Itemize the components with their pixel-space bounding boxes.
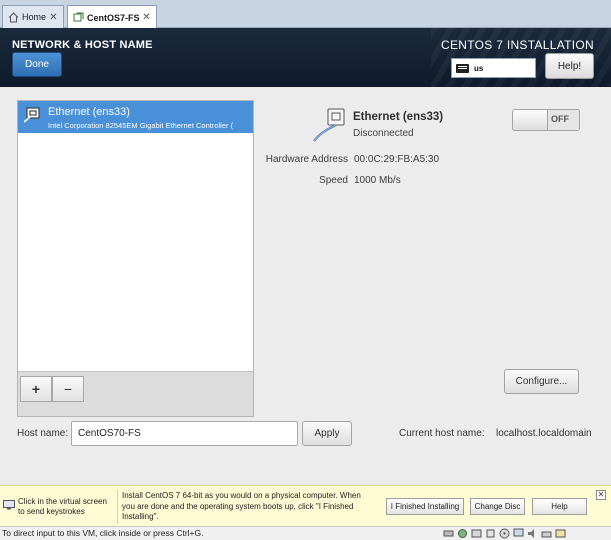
installation-title: CENTOS 7 INSTALLATION <box>440 38 594 52</box>
tab-centos7-fs-label: CentOS7-FS <box>87 12 140 23</box>
configure-button[interactable]: Configure... <box>504 369 579 394</box>
finished-installing-button[interactable]: I Finished Installing <box>386 498 464 515</box>
tab-home[interactable]: Home ✕ <box>2 5 64 28</box>
ethernet-cable-icon <box>312 107 348 143</box>
tab-home-label: Home <box>22 12 47 22</box>
home-icon <box>8 11 19 23</box>
hardware-address-value: 00:0C:29:FB:A5:30 <box>354 154 440 165</box>
vm-status-bar: To direct input to this VM, click inside… <box>0 526 611 540</box>
main-content: Ethernet (ens33) Intel Corporation 82545… <box>0 87 611 485</box>
keyboard-layout-indicator[interactable]: us <box>451 58 536 78</box>
toggle-knob[interactable] <box>513 110 548 130</box>
close-icon[interactable]: ✕ <box>49 12 58 23</box>
device-detail-name: Ethernet (ens33) <box>353 111 444 123</box>
vm-tab-strip: Home ✕ CentOS7-FS ✕ <box>0 0 611 29</box>
cd-rom-icon[interactable] <box>499 528 510 539</box>
hardware-address-label: Hardware Address <box>265 154 348 165</box>
network-icon[interactable] <box>457 528 468 539</box>
hard-disk-icon[interactable] <box>443 528 454 539</box>
add-device-button[interactable]: + <box>20 376 52 402</box>
hostname-label: Host name: <box>17 428 69 439</box>
keyboard-icon <box>456 63 469 73</box>
hint-divider <box>117 490 118 524</box>
remove-device-button[interactable]: − <box>52 376 84 402</box>
help-button[interactable]: Help! <box>545 53 594 79</box>
ethernet-icon <box>23 107 42 123</box>
page-title: NETWORK & HOST NAME <box>12 39 153 51</box>
close-icon[interactable]: ✕ <box>142 12 151 23</box>
keyboard-hint-icon <box>3 500 15 510</box>
hint-click-text: Click in the virtual screen to send keys… <box>18 497 107 516</box>
change-disc-button[interactable]: Change Disc <box>470 498 525 515</box>
hint-install-text: Install CentOS 7 64-bit as you would on … <box>122 491 361 521</box>
toggle-state-label: OFF <box>551 114 569 124</box>
device-list-toolbar: + − <box>18 371 253 416</box>
connection-toggle[interactable]: OFF <box>512 109 580 131</box>
keyboard-layout-label: us <box>474 63 484 73</box>
speed-value: 1000 Mb/s <box>354 175 401 186</box>
speed-label: Speed <box>319 175 348 186</box>
tab-centos7-fs[interactable]: CentOS7-FS ✕ <box>67 5 157 29</box>
message-icon[interactable] <box>555 528 566 539</box>
current-hostname-value: localhost.localdomain <box>496 428 592 439</box>
installer-header: NETWORK & HOST NAME Done CENTOS 7 INSTAL… <box>0 28 611 87</box>
current-hostname-label: Current host name: <box>399 428 485 439</box>
list-item[interactable]: Ethernet (ens33) Intel Corporation 82545… <box>18 101 253 133</box>
vm-device-icons <box>443 528 566 539</box>
vm-icon <box>73 12 84 23</box>
vm-hint-bar: Click in the virtual screen to send keys… <box>0 485 611 526</box>
network-adapter-icon[interactable] <box>471 528 482 539</box>
connection-status: Disconnected <box>353 128 414 139</box>
usb-icon[interactable] <box>485 528 496 539</box>
printer-icon[interactable] <box>541 528 552 539</box>
status-text: To direct input to this VM, click inside… <box>2 528 204 538</box>
done-button[interactable]: Done <box>12 52 62 77</box>
device-list-panel: Ethernet (ens33) Intel Corporation 82545… <box>17 100 254 417</box>
device-name: Ethernet (ens33) <box>48 106 130 118</box>
close-icon[interactable]: ✕ <box>596 490 606 500</box>
display-icon[interactable] <box>513 528 524 539</box>
sound-icon[interactable] <box>527 528 538 539</box>
device-description: Intel Corporation 82545EM Gigabit Ethern… <box>48 121 234 130</box>
apply-button[interactable]: Apply <box>302 421 352 446</box>
hint-help-button[interactable]: Help <box>532 498 587 515</box>
hostname-input[interactable] <box>71 421 298 446</box>
device-list: Ethernet (ens33) Intel Corporation 82545… <box>18 101 253 371</box>
